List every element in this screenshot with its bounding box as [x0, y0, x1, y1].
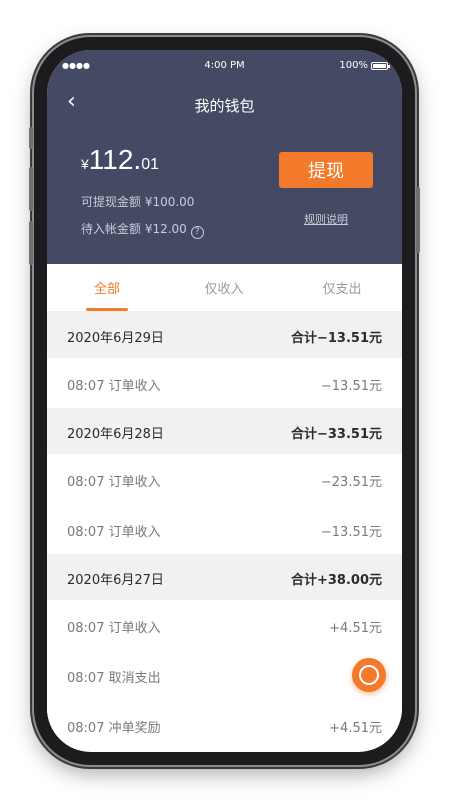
group-date: 2020年6月28日	[67, 427, 164, 442]
date-group-header: 2020年6月27日 合计+38.00元	[47, 554, 402, 600]
date-group-header: 2020年6月29日 合计−13.51元	[47, 312, 402, 358]
volume-down-button	[29, 221, 33, 265]
transaction-row[interactable]: 08:07 订单收入 −13.51元	[47, 358, 402, 408]
page-title: 我的钱包	[194, 97, 255, 115]
transaction-desc: 08:07 订单收入	[67, 621, 161, 636]
group-date: 2020年6月29日	[67, 331, 164, 346]
floating-action-button[interactable]	[352, 658, 386, 692]
transaction-amount: −23.51元	[320, 475, 382, 490]
withdraw-button[interactable]: 提现	[279, 152, 373, 188]
status-bar: ●●●● 4:00 PM 100%	[47, 58, 402, 74]
group-total: 合计+38.00元	[290, 573, 382, 588]
transaction-amount: −13.51元	[320, 379, 382, 394]
wallet-header: ●●●● 4:00 PM 100% ‹ 我的钱包 ¥112.01 可提现金额 ¥…	[47, 50, 402, 264]
pending-amount-row: 待入帐金额 ¥12.00?	[81, 220, 204, 239]
transaction-row[interactable]: 08:07 订单收入 −13.51元	[47, 504, 402, 554]
pending-amount: 待入帐金额 ¥12.00	[81, 222, 187, 236]
balance-decimal: 01	[141, 156, 160, 173]
transaction-desc: 08:07 订单收入	[67, 379, 161, 394]
filter-tabs: 全部 仅收入 仅支出	[47, 264, 402, 312]
transaction-row[interactable]: 08:07 订单收入 +4.51元	[47, 600, 402, 650]
tab-expense-only[interactable]: 仅支出	[283, 278, 401, 297]
transaction-row[interactable]: 08:07 取消支出 +3	[47, 650, 402, 700]
balance-amount: ¥112.01	[81, 144, 159, 176]
balance-integer: 112.	[88, 144, 142, 175]
withdrawable-amount: 可提现金额 ¥100.00	[81, 195, 195, 209]
transaction-amount: −13.51元	[320, 525, 382, 540]
transaction-list: 2020年6月29日 合计−13.51元 08:07 订单收入 −13.51元 …	[47, 312, 402, 750]
transaction-desc: 08:07 订单收入	[67, 475, 161, 490]
tab-income-only[interactable]: 仅收入	[165, 278, 283, 297]
mute-switch	[29, 127, 33, 149]
transaction-amount: +4.51元	[329, 721, 382, 736]
volume-up-button	[29, 167, 33, 211]
power-button	[416, 187, 420, 253]
battery-icon	[371, 62, 390, 70]
group-date: 2020年6月27日	[67, 573, 164, 588]
group-total: 合计−13.51元	[290, 331, 382, 346]
transaction-row[interactable]: 08:07 冲单奖励 +4.51元	[47, 700, 402, 750]
help-icon[interactable]: ?	[190, 226, 204, 239]
nav-bar: ‹ 我的钱包	[47, 89, 402, 116]
transaction-desc: 08:07 订单收入	[67, 525, 161, 540]
transaction-amount: +4.51元	[329, 621, 382, 636]
transaction-row[interactable]: 08:07 订单收入 −23.51元	[47, 454, 402, 504]
date-group-header: 2020年6月28日 合计−33.51元	[47, 408, 402, 454]
transaction-desc: 08:07 冲单奖励	[67, 721, 161, 736]
rules-link[interactable]: 规则说明	[279, 211, 373, 227]
phone-frame: ●●●● 4:00 PM 100% ‹ 我的钱包 ¥112.01 可提现金额 ¥…	[29, 37, 420, 765]
currency-symbol: ¥	[81, 156, 89, 172]
screen: ●●●● 4:00 PM 100% ‹ 我的钱包 ¥112.01 可提现金额 ¥…	[47, 50, 402, 752]
active-tab-indicator	[86, 308, 128, 311]
tab-all[interactable]: 全部	[48, 278, 166, 297]
battery-percent: 100%	[339, 60, 368, 71]
group-total: 合计−33.51元	[290, 427, 382, 442]
transaction-desc: 08:07 取消支出	[67, 671, 161, 686]
